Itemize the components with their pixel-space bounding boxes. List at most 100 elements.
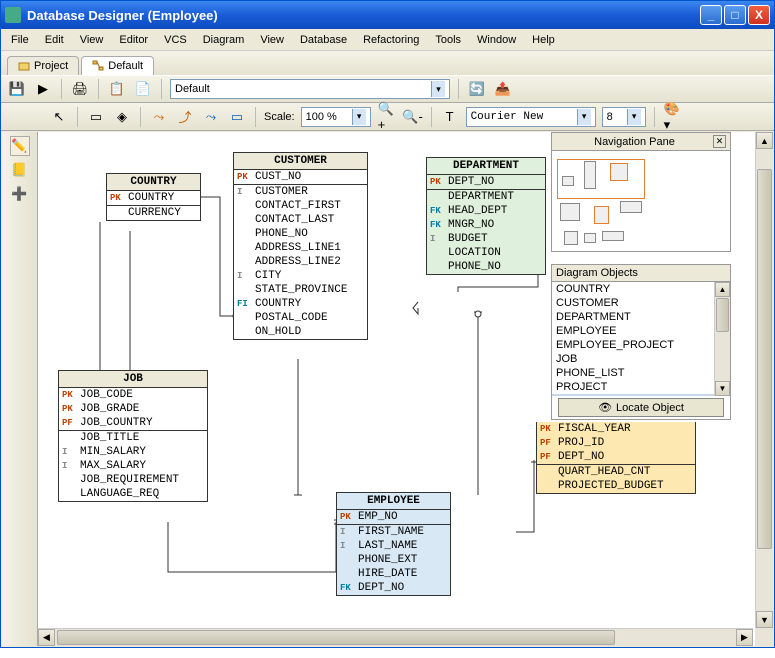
export-icon[interactable]: 📤 <box>493 79 513 99</box>
key-indicator: PF <box>540 450 558 464</box>
list-item[interactable]: PROJ_DEPT_BUDGET <box>552 394 714 396</box>
menu-help[interactable]: Help <box>528 32 559 48</box>
list-item[interactable]: EMPLOYEE <box>552 324 714 338</box>
list-item[interactable]: EMPLOYEE_PROJECT <box>552 338 714 352</box>
scroll-thumb[interactable] <box>716 298 729 332</box>
column-name: DEPT_NO <box>358 581 404 595</box>
scroll-down-icon[interactable]: ▼ <box>715 381 730 396</box>
entity-job[interactable]: JOB PKJOB_CODEPKJOB_GRADEPFJOB_COUNTRYJO… <box>58 370 208 502</box>
column-name: DEPT_NO <box>558 450 604 464</box>
dropdown-arrow-icon[interactable]: ▾ <box>627 109 641 125</box>
menu-edit[interactable]: Edit <box>41 32 68 48</box>
key-indicator: I <box>62 459 80 473</box>
print-icon[interactable]: 🖨 <box>70 79 90 99</box>
newtable-icon[interactable]: ▭ <box>86 107 106 127</box>
column-name: LANGUAGE_REQ <box>80 487 159 501</box>
menu-window[interactable]: Window <box>473 32 520 48</box>
key-indicator <box>237 283 255 297</box>
font-icon[interactable]: T <box>440 107 460 127</box>
entity-header: CUSTOMER <box>234 153 367 170</box>
locate-object-button[interactable]: 👁 Locate Object <box>558 398 724 417</box>
close-button[interactable]: X <box>748 5 770 25</box>
zoomin-icon[interactable]: 🔍+ <box>377 107 397 127</box>
refresh-icon[interactable]: 🔄 <box>467 79 487 99</box>
rel2-icon[interactable]: ⤴ <box>175 107 195 127</box>
key-indicator: FK <box>340 581 358 595</box>
scroll-up-icon[interactable]: ▲ <box>715 282 730 297</box>
dropdown-arrow-icon[interactable]: ▾ <box>431 81 445 97</box>
menu-diagram[interactable]: Diagram <box>199 32 249 48</box>
titlebar[interactable]: Database Designer (Employee) _ □ X <box>1 1 774 29</box>
table-icon[interactable]: 📒 <box>10 160 30 180</box>
navpane-minimap[interactable] <box>552 151 730 251</box>
list-item[interactable]: PHONE_LIST <box>552 366 714 380</box>
minimize-button[interactable]: _ <box>700 5 722 25</box>
list-item[interactable]: JOB <box>552 352 714 366</box>
entity-country[interactable]: COUNTRY PKCOUNTRYCURRENCY <box>106 173 201 221</box>
key-indicator: FK <box>430 218 448 232</box>
menu-editor[interactable]: Editor <box>115 32 152 48</box>
navpane-close-icon[interactable]: ✕ <box>713 135 726 148</box>
tab-default[interactable]: Default <box>81 56 154 75</box>
key-indicator: I <box>340 539 358 553</box>
list-item[interactable]: COUNTRY <box>552 282 714 296</box>
entity-proj-budget[interactable]: PKFISCAL_YEARPFPROJ_IDPFDEPT_NO QUART_HE… <box>536 422 696 494</box>
menu-view[interactable]: View <box>76 32 108 48</box>
entity-customer[interactable]: CUSTOMER PKCUST_NOICUSTOMERCONTACT_FIRST… <box>233 152 368 340</box>
rel3-icon[interactable]: ⤳ <box>201 107 221 127</box>
add-icon[interactable]: ➕ <box>10 184 30 204</box>
menu-database[interactable]: Database <box>296 32 351 48</box>
scroll-up-icon[interactable]: ▲ <box>756 132 773 149</box>
pointer-icon[interactable]: ↖ <box>49 107 69 127</box>
font-value: Courier New <box>471 111 544 123</box>
font-combo[interactable]: Courier New ▾ <box>466 107 596 127</box>
column-name: LOCATION <box>448 246 501 260</box>
list-item[interactable]: DEPARTMENT <box>552 310 714 324</box>
maximize-button[interactable]: □ <box>724 5 746 25</box>
scroll-right-icon[interactable]: ▶ <box>736 629 753 646</box>
menu-view2[interactable]: View <box>256 32 288 48</box>
menu-tools[interactable]: Tools <box>431 32 465 48</box>
dropdown-arrow-icon[interactable]: ▾ <box>577 109 591 125</box>
key-indicator: I <box>237 185 255 199</box>
schema-combo[interactable]: Default ▾ <box>170 79 450 99</box>
column-name: FISCAL_YEAR <box>558 422 631 436</box>
scroll-thumb[interactable] <box>57 630 615 645</box>
edit-icon[interactable]: ✏️ <box>10 136 30 156</box>
project-icon <box>18 60 30 72</box>
save-icon[interactable]: 💾 <box>7 79 27 99</box>
list-item[interactable]: CUSTOMER <box>552 296 714 310</box>
entity-department[interactable]: DEPARTMENT PKDEPT_NODEPARTMENTFKHEAD_DEP… <box>426 157 546 275</box>
paste-icon[interactable]: 📄 <box>133 79 153 99</box>
vertical-scrollbar[interactable]: ▲ ▼ <box>755 132 773 628</box>
scroll-thumb[interactable] <box>757 169 772 549</box>
dropdown-arrow-icon[interactable]: ▾ <box>352 109 366 125</box>
column-name: LAST_NAME <box>358 539 417 553</box>
run-icon[interactable]: ▶ <box>33 79 53 99</box>
diagram-objects-panel[interactable]: Diagram Objects COUNTRYCUSTOMERDEPARTMEN… <box>551 264 731 420</box>
column-name: CUSTOMER <box>255 185 308 199</box>
column-name: EMP_NO <box>358 510 398 524</box>
style-icon[interactable]: 🎨▾ <box>663 107 683 127</box>
note-icon[interactable]: ▭ <box>227 107 247 127</box>
scroll-left-icon[interactable]: ◀ <box>38 629 55 646</box>
rel1-icon[interactable]: ⤳ <box>149 107 169 127</box>
tab-project[interactable]: Project <box>7 56 79 75</box>
diagram-canvas[interactable]: COUNTRY PKCOUNTRYCURRENCY CUSTOMER PKCUS… <box>38 132 753 628</box>
fontsize-combo[interactable]: 8 ▾ <box>602 107 646 127</box>
diagram-objects-list[interactable]: COUNTRYCUSTOMERDEPARTMENTEMPLOYEEEMPLOYE… <box>552 282 714 396</box>
newview-icon[interactable]: ◈ <box>112 107 132 127</box>
scale-combo[interactable]: 100 % ▾ <box>301 107 371 127</box>
objects-scrollbar[interactable]: ▲ ▼ <box>714 282 730 396</box>
scroll-down-icon[interactable]: ▼ <box>756 611 773 628</box>
list-item[interactable]: PROJECT <box>552 380 714 394</box>
menu-refactoring[interactable]: Refactoring <box>359 32 423 48</box>
menu-file[interactable]: File <box>7 32 33 48</box>
entity-employee[interactable]: EMPLOYEE PKEMP_NOIFIRST_NAMEILAST_NAMEPH… <box>336 492 451 596</box>
copy-icon[interactable]: 📋 <box>107 79 127 99</box>
horizontal-scrollbar[interactable]: ◀ ▶ <box>38 628 753 646</box>
fontsize-value: 8 <box>607 111 613 123</box>
menu-vcs[interactable]: VCS <box>160 32 191 48</box>
navigation-pane[interactable]: Navigation Pane ✕ <box>551 132 731 252</box>
zoomout-icon[interactable]: 🔍- <box>403 107 423 127</box>
